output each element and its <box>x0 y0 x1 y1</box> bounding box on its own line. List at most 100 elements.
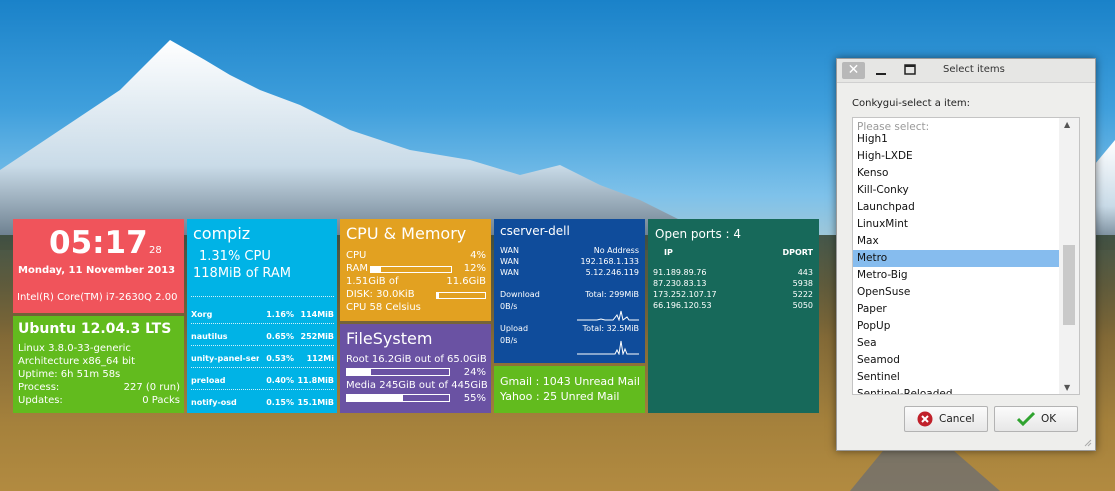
cpu-label: CPU <box>346 250 367 261</box>
root-bar <box>346 368 450 376</box>
network-tile: cserver-dell WAN No Address WAN 192.168.… <box>494 219 645 363</box>
cpu-model: Intel(R) Core(TM) i7-2630Q 2.00 <box>17 292 178 303</box>
list-item[interactable]: Kill-Conky <box>853 182 1059 199</box>
minimize-icon[interactable] <box>875 65 887 77</box>
updates-row: Updates: 0 Packs <box>18 395 180 406</box>
mem-total: 11.6GiB <box>446 276 486 287</box>
uptime-info: Uptime: 6h 51m 58s <box>18 369 121 380</box>
process-cpu: 0.40% <box>266 376 294 385</box>
gmail-count: Gmail : 1043 Unread Mail <box>500 375 640 388</box>
list-item[interactable]: Sea <box>853 335 1059 352</box>
close-icon: ✕ <box>847 62 860 78</box>
scroll-down-icon[interactable]: ▼ <box>1064 383 1070 392</box>
process-value: 227 (0 run) <box>123 382 180 393</box>
filesystem-tile: FileSystem Root 16.2GiB out of 65.0GiB 2… <box>340 324 491 413</box>
process-name: unity-panel-ser <box>191 354 259 363</box>
ram-bar-fill <box>371 267 381 272</box>
clock-time: 05:17 <box>49 225 148 261</box>
divider <box>191 323 334 324</box>
process-label: Process: <box>18 382 60 393</box>
process-row: nautilus 0.65% 252MiB <box>191 332 334 341</box>
list-item[interactable]: High1 <box>853 131 1059 148</box>
list-item[interactable]: Sentinel-Reloaded <box>853 386 1059 394</box>
upload-total: Total: 32.5MiB <box>582 324 639 333</box>
upload-rate: 0B/s <box>500 336 518 345</box>
wan-value: 5.12.246.119 <box>585 268 639 277</box>
process-name: nautilus <box>191 332 228 341</box>
list-item[interactable]: PopUp <box>853 318 1059 335</box>
list-item[interactable]: Max <box>853 233 1059 250</box>
compiz-cpu: 1.31% CPU <box>199 249 271 264</box>
process-cpu: 0.15% <box>266 398 294 407</box>
process-mem: 114MiB <box>300 310 335 319</box>
port-number: 5222 <box>792 290 813 299</box>
port-number: 5050 <box>792 301 813 310</box>
list-item[interactable]: LinuxMint <box>853 216 1059 233</box>
process-cpu: 0.65% <box>266 332 294 341</box>
list-item[interactable]: Metro-Big <box>853 267 1059 284</box>
compiz-ram: 118MiB of RAM <box>193 266 291 281</box>
compiz-tile: compiz 1.31% CPU 118MiB of RAM Xorg 1.16… <box>187 219 337 413</box>
upload-label: Upload <box>500 324 529 333</box>
root-percent: 24% <box>463 367 486 378</box>
system-info-tile: Ubuntu 12.04.3 LTS Linux 3.8.0-33-generi… <box>13 316 184 413</box>
media-bar <box>346 394 450 402</box>
kernel-info: Linux 3.8.0-33-generic <box>18 343 131 354</box>
list-item[interactable]: Paper <box>853 301 1059 318</box>
download-rate: 0B/s <box>500 302 518 311</box>
list-item[interactable]: Seamod <box>853 352 1059 369</box>
scroll-up-icon[interactable]: ▲ <box>1064 120 1070 129</box>
download-label: Download <box>500 290 540 299</box>
resize-grip-icon[interactable] <box>1082 437 1092 447</box>
process-mem: 252MiB <box>300 332 335 341</box>
ram-label: RAM <box>346 263 369 274</box>
updates-label: Updates: <box>18 395 63 406</box>
root-usage: Root 16.2GiB out of 65.0GiB <box>346 354 487 365</box>
cpu-value: 4% <box>470 250 486 261</box>
process-cpu: 0.53% <box>266 354 294 363</box>
ok-button[interactable]: OK <box>994 406 1078 432</box>
list-item[interactable]: OpenSuse <box>853 284 1059 301</box>
scrollbar-thumb[interactable] <box>1063 245 1075 325</box>
divider <box>191 296 334 297</box>
maximize-icon[interactable] <box>904 64 916 75</box>
port-ip: 173.252.107.17 <box>653 290 717 299</box>
process-mem: 11.8MiB <box>297 376 334 385</box>
disk-bar-fill <box>437 293 440 298</box>
ok-label: OK <box>1041 413 1057 425</box>
hostname: cserver-dell <box>500 224 570 238</box>
download-graph <box>577 310 639 321</box>
process-cpu: 1.16% <box>266 310 294 319</box>
cancel-button[interactable]: Cancel <box>904 406 988 432</box>
divider <box>191 389 334 390</box>
theme-list[interactable]: Please select: High1 High-LXDE Kenso Kil… <box>852 117 1080 395</box>
list-item[interactable]: High-LXDE <box>853 148 1059 165</box>
yahoo-count: Yahoo : 25 Unred Mail <box>500 390 620 403</box>
ram-value: 12% <box>463 263 486 274</box>
upload-graph <box>577 340 639 355</box>
port-ip: 91.189.89.76 <box>653 268 707 277</box>
cancel-label: Cancel <box>939 413 975 425</box>
clock-date: Monday, 11 November 2013 <box>18 265 176 276</box>
list-item-selected[interactable]: Metro <box>853 250 1059 267</box>
process-mem: 112Mi <box>306 354 334 363</box>
media-usage: Media 245GiB out of 445GiB <box>346 380 488 391</box>
divider <box>191 345 334 346</box>
process-mem: 15.1MiB <box>297 398 334 407</box>
list-item[interactable]: Sentinel <box>853 369 1059 386</box>
cpu-temp: CPU 58 Celsius <box>346 302 421 313</box>
close-button[interactable]: ✕ <box>842 62 865 79</box>
mail-tile: Gmail : 1043 Unread Mail Yahoo : 25 Unre… <box>494 366 645 413</box>
port-ip: 87.230.83.13 <box>653 279 707 288</box>
list-item[interactable]: Kenso <box>853 165 1059 182</box>
process-row: Process: 227 (0 run) <box>18 382 180 393</box>
list-scrollbar[interactable]: ▲ ▼ <box>1059 118 1079 394</box>
wan-value: No Address <box>593 246 639 255</box>
root-bar-fill <box>347 369 372 375</box>
media-percent: 55% <box>463 393 486 404</box>
dialog-titlebar[interactable]: ✕ Select items <box>837 59 1095 83</box>
process-row: Xorg 1.16% 114MiB <box>191 310 334 319</box>
ip-header: IP <box>664 248 673 257</box>
process-row: preload 0.40% 11.8MiB <box>191 376 334 385</box>
list-item[interactable]: Launchpad <box>853 199 1059 216</box>
